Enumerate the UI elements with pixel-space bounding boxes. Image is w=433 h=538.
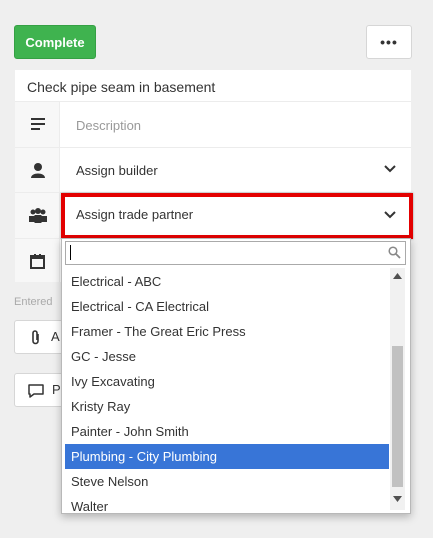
assign-builder-select[interactable]: Assign builder: [76, 163, 158, 178]
task-title[interactable]: Check pipe seam in basement: [15, 70, 411, 102]
dropdown-option[interactable]: Steve Nelson: [65, 469, 389, 494]
dropdown-option[interactable]: Electrical - CA Electrical: [65, 294, 389, 319]
scrollbar-thumb[interactable]: [392, 346, 403, 487]
dropdown-option[interactable]: Framer - The Great Eric Press: [65, 319, 389, 344]
text-cursor: [70, 245, 71, 260]
user-icon: [15, 148, 60, 192]
dropdown-option[interactable]: Painter - John Smith: [65, 419, 389, 444]
scroll-up-icon[interactable]: [393, 273, 402, 279]
description-field[interactable]: Description: [76, 118, 141, 133]
complete-button[interactable]: Complete: [14, 25, 96, 59]
attach-label: A: [51, 329, 60, 344]
calendar-icon: [15, 239, 60, 283]
more-options-button[interactable]: •••: [366, 25, 412, 59]
dropdown-option[interactable]: Plumbing - City Plumbing: [65, 444, 389, 469]
divider: [15, 147, 411, 148]
comment-icon: [28, 384, 44, 398]
dropdown-option[interactable]: Walter: [65, 494, 389, 511]
dropdown-option[interactable]: GC - Jesse: [65, 344, 389, 369]
description-icon: [15, 102, 60, 146]
entered-label: Entered: [14, 296, 53, 308]
scroll-down-icon[interactable]: [393, 496, 402, 502]
attach-button[interactable]: A: [14, 320, 64, 354]
search-input[interactable]: [65, 241, 406, 265]
comment-button[interactable]: P: [14, 373, 64, 407]
assign-trade-partner-label: Assign trade partner: [76, 207, 194, 222]
dropdown-option[interactable]: Kristy Ray: [65, 394, 389, 419]
chevron-down-icon[interactable]: [383, 208, 397, 222]
comment-label: P: [52, 382, 61, 397]
paperclip-icon: [32, 330, 39, 345]
group-icon: [15, 193, 60, 237]
search-icon: [388, 246, 401, 259]
dropdown-option[interactable]: Electrical - ABC: [65, 269, 389, 294]
dropdown-option[interactable]: Ivy Excavating: [65, 369, 389, 394]
chevron-down-icon[interactable]: [383, 162, 397, 176]
